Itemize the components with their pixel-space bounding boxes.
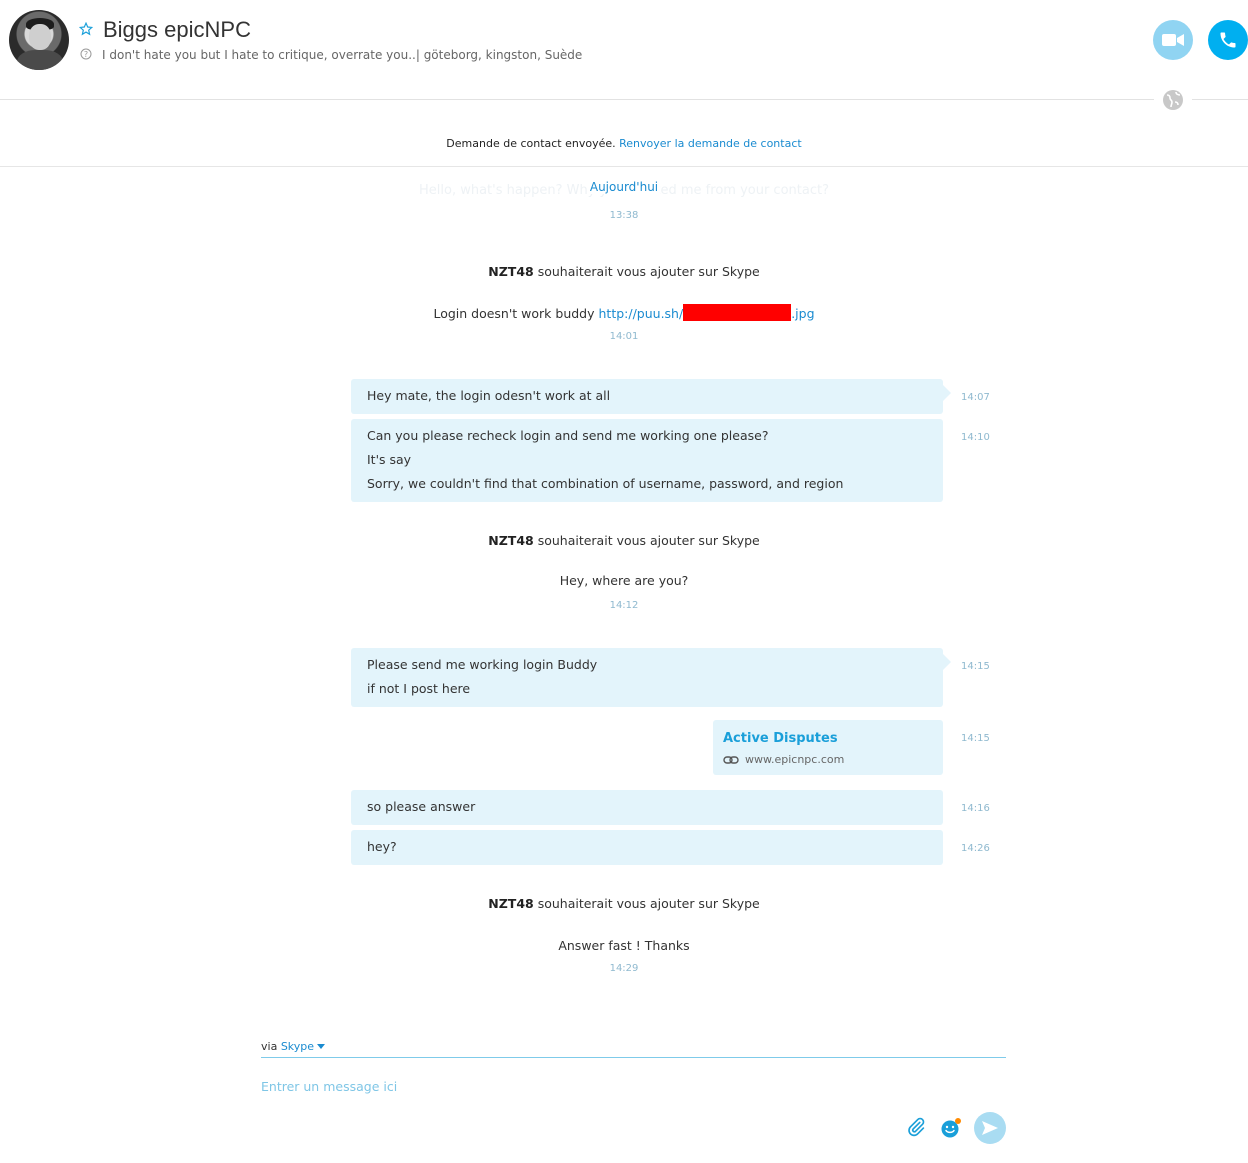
message-timestamp: 14:26 <box>961 843 990 854</box>
date-separator-label: Aujourd'hui <box>587 180 661 194</box>
notice-divider <box>0 166 1248 167</box>
header-divider <box>0 99 1248 100</box>
send-arrow-icon <box>982 1121 998 1135</box>
link-start: http://puu.sh/ <box>598 306 684 321</box>
message-timestamp: 14:01 <box>609 331 639 342</box>
message-timestamp: 14:15 <box>961 733 990 744</box>
mood-message: I don't hate you but I hate to critique,… <box>102 48 583 62</box>
message-timestamp: 14:07 <box>961 392 990 403</box>
bubble-text-line: Sorry, we couldn't find that combination… <box>367 476 844 491</box>
bubble-text-line: Can you please recheck login and send me… <box>367 428 769 443</box>
bubble-text-line: Please send me working login Buddy <box>367 657 598 672</box>
notice-text: Demande de contact envoyée. <box>446 137 616 150</box>
requester-name: NZT48 <box>488 896 534 911</box>
favorite-star-icon[interactable] <box>79 22 93 36</box>
bubble-text-line: It's say <box>367 452 412 467</box>
message-timestamp: 14:16 <box>961 803 990 814</box>
help-circle-icon: ? <box>80 48 92 60</box>
send-button[interactable] <box>974 1112 1006 1144</box>
video-camera-icon <box>1162 34 1184 46</box>
message-timestamp: 14:10 <box>961 432 990 443</box>
via-label: via <box>261 1040 281 1053</box>
outgoing-message-bubble[interactable]: so please answer <box>351 790 943 825</box>
link-preview-card[interactable]: Active Disputes www.epicnpc.com <box>713 720 943 775</box>
contact-name[interactable]: Biggs epicNPC <box>103 17 251 43</box>
contact-request-text: souhaiterait vous ajouter sur Skype <box>533 896 760 911</box>
contact-request-text: souhaiterait vous ajouter sur Skype <box>533 533 760 548</box>
composer-divider <box>261 1057 1006 1058</box>
avatar-face <box>29 24 51 50</box>
link-preview-title[interactable]: Active Disputes <box>723 731 838 746</box>
outgoing-message-bubble[interactable]: hey? <box>351 830 943 865</box>
requester-name: NZT48 <box>488 264 534 279</box>
contact-request-notice: Demande de contact envoyée. Renvoyer la … <box>0 137 1248 150</box>
message-timestamp: 14:29 <box>609 963 639 974</box>
message-timestamp: 14:12 <box>609 600 639 611</box>
avatar-body <box>17 50 63 70</box>
outgoing-message-bubble[interactable]: Can you please recheck login and send me… <box>351 419 943 502</box>
chevron-down-icon[interactable] <box>317 1044 326 1049</box>
message-input[interactable] <box>261 1076 881 1096</box>
bubble-text: hey? <box>367 839 397 854</box>
bubble-text: Hey mate, the login odesn't work at all <box>367 388 611 403</box>
outgoing-message-bubble[interactable]: Please send me working login Buddy if no… <box>351 648 951 707</box>
message-link[interactable]: http://puu.sh/ .jpg <box>598 304 815 321</box>
incoming-message: Hey, where are you? <box>559 573 689 588</box>
audio-call-button[interactable] <box>1208 20 1248 60</box>
send-via-selector[interactable]: via Skype <box>261 1040 326 1053</box>
contact-request-text: souhaiterait vous ajouter sur Skype <box>533 264 760 279</box>
redaction-box <box>683 304 792 321</box>
message-timestamp: 14:15 <box>961 661 990 672</box>
contact-request-line: NZT48 souhaiterait vous ajouter sur Skyp… <box>0 264 1248 279</box>
service-name[interactable]: Skype <box>281 1040 314 1053</box>
globe-icon[interactable] <box>1154 89 1192 111</box>
contact-avatar[interactable] <box>9 10 69 70</box>
incoming-message: Login doesn't work buddy http://puu.sh/.… <box>0 304 1248 321</box>
phone-icon <box>1220 32 1236 48</box>
paperclip-icon[interactable] <box>906 1117 926 1137</box>
requester-name: NZT48 <box>488 533 534 548</box>
message-timestamp: 13:38 <box>609 210 639 221</box>
bubble-text: so please answer <box>367 799 476 814</box>
link-icon <box>723 756 739 764</box>
link-preview-url: www.epicnpc.com <box>745 753 845 766</box>
contact-request-line: NZT48 souhaiterait vous ajouter sur Skyp… <box>0 896 1248 911</box>
incoming-message: Answer fast ! Thanks <box>558 938 690 953</box>
svg-text:?: ? <box>84 50 88 59</box>
message-text: Login doesn't work buddy <box>433 306 599 321</box>
resend-contact-request-link[interactable]: Renvoyer la demande de contact <box>619 137 802 150</box>
video-call-button[interactable] <box>1153 20 1193 60</box>
emoticon-icon[interactable] <box>940 1117 962 1139</box>
contact-request-line: NZT48 souhaiterait vous ajouter sur Skyp… <box>0 533 1248 548</box>
outgoing-message-bubble[interactable]: Hey mate, the login odesn't work at all <box>351 379 951 414</box>
link-end: .jpg <box>791 306 815 321</box>
bubble-text-line: if not I post here <box>367 681 471 696</box>
date-separator: Aujourd'hui <box>0 180 1248 194</box>
